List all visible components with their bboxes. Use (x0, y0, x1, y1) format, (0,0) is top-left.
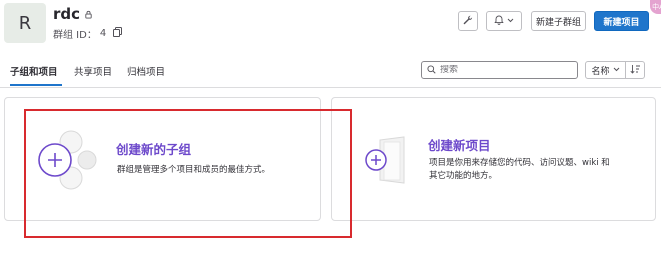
lock-icon (84, 10, 93, 19)
highlight-box (24, 109, 352, 238)
create-project-description-line2: 其它功能的地方。 (429, 171, 498, 181)
group-id-label: 群组 ID： (53, 30, 97, 41)
sort-label: 名称 (591, 66, 610, 77)
translate-badge[interactable]: 中A (650, 0, 661, 14)
search-icon (427, 64, 436, 77)
copy-icon[interactable] (113, 27, 123, 40)
create-project-title: 创建新项目 (428, 138, 491, 153)
tab-shared-projects[interactable]: 共享项目 (74, 64, 112, 78)
group-id-value: 4 (99, 28, 107, 39)
settings-button[interactable] (458, 11, 478, 31)
search-field[interactable] (421, 61, 578, 79)
active-tab-indicator (10, 84, 62, 86)
project-illustration-icon (362, 136, 410, 189)
create-project-description-line1: 项目是你用来存储您的代码、访问议题、wiki 和 (429, 158, 610, 168)
new-subgroup-button[interactable]: 新建子群组 (531, 11, 586, 31)
create-project-card[interactable]: 创建新项目 项目是你用来存储您的代码、访问议题、wiki 和 其它功能的地方。 (331, 97, 656, 221)
wrench-icon (463, 15, 473, 28)
sort-direction-icon (629, 64, 641, 77)
group-avatar: R (4, 3, 46, 43)
search-input[interactable] (440, 65, 560, 75)
chevron-down-icon (613, 65, 620, 75)
notification-dropdown[interactable] (486, 11, 522, 31)
group-title: rdc (53, 5, 93, 23)
group-name: rdc (53, 5, 81, 23)
chevron-down-icon (507, 16, 514, 26)
sort-direction-button[interactable] (625, 61, 645, 79)
bell-icon (494, 15, 504, 28)
new-project-button[interactable]: 新建项目 (594, 11, 649, 31)
tab-archived-projects[interactable]: 归档项目 (127, 64, 165, 78)
group-id: 群组 ID： 4 (53, 26, 123, 41)
tab-subgroups-projects[interactable]: 子组和项目 (10, 64, 58, 78)
sort-dropdown[interactable]: 名称 (585, 61, 626, 79)
